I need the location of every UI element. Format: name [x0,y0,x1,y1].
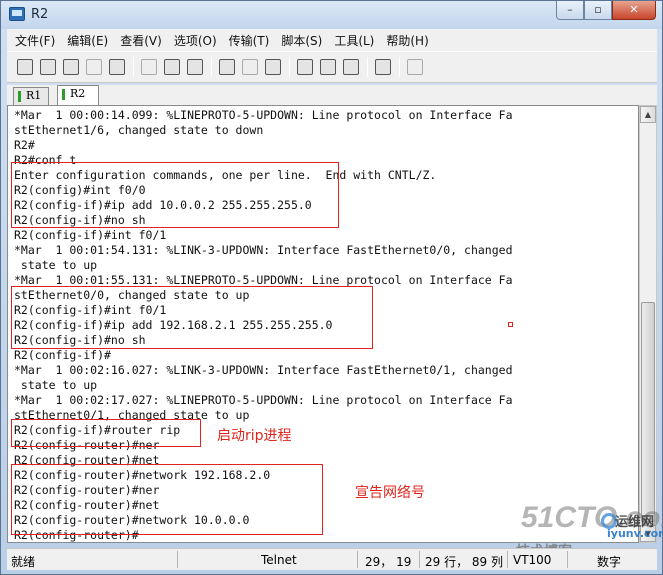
status-divider [567,551,568,568]
toolbar-separator [367,57,368,77]
disconnect-icon[interactable] [107,57,127,77]
close-button[interactable]: ✕ [612,1,656,20]
terminal-line: *Mar 1 00:00:14.099: %LINEPROTO-5-UPDOWN… [14,108,513,122]
maximize-button[interactable]: ▫ [584,1,612,20]
toolbar-separator [399,57,400,77]
toolbar-separator [133,57,134,77]
status-divider [177,551,178,568]
terminal-line: state to up [14,378,98,392]
status-terminal-type: VT100 [513,553,552,567]
status-rows-cols: 29 行， 89 列 [425,555,503,569]
app-window: R2 – ▫ ✕ 文件(F) 编辑(E) 查看(V) 选项(O) 传输(T) 脚… [0,0,663,575]
terminal-line: R2# [14,138,35,152]
status-divider [419,551,420,568]
status-num-lock: 数字 [597,555,622,569]
terminal-line: *Mar 1 00:02:17.027: %LINEPROTO-5-UPDOWN… [14,393,513,407]
toolbar-separator [289,57,290,77]
annotation-box-f0-0 [11,162,339,228]
session-options-icon[interactable] [295,57,315,77]
quick-connect-icon[interactable] [38,57,58,77]
menu-bar: 文件(F) 编辑(E) 查看(V) 选项(O) 传输(T) 脚本(S) 工具(L… [7,29,657,51]
terminal-line: R2(config-if)#int f0/1 [14,228,167,242]
terminal-line: state to up [14,258,98,272]
print-icon[interactable] [217,57,237,77]
annotation-box-networks [11,464,323,535]
connect-icon[interactable] [15,57,35,77]
status-divider [357,551,358,568]
annotation-announce-networks: 宣告网络号 [355,485,425,501]
terminal-line: stEthernet1/6, changed state to down [14,123,264,137]
menu-help[interactable]: 帮助(H) [386,32,428,49]
menu-script[interactable]: 脚本(S) [281,32,322,49]
annotation-box-f0-1 [11,286,373,349]
status-ready: 就绪 [11,555,36,569]
paste-icon[interactable] [162,57,182,77]
status-protocol: Telnet [261,553,297,567]
terminal-line: *Mar 1 00:02:16.027: %LINK-3-UPDOWN: Int… [14,363,513,377]
menu-transfer[interactable]: 传输(T) [229,32,270,49]
status-cursor: 29， 19 [365,555,412,569]
toolbar-separator [211,57,212,77]
keymap-icon[interactable] [341,57,361,77]
scrollbar-thumb[interactable] [641,302,655,522]
app-icon [9,7,25,21]
window-controls: – ▫ ✕ [556,1,656,21]
status-bar: 就绪 Telnet 29， 19 29 行， 89 列 VT100 数字 [7,548,657,570]
reconnect-icon[interactable] [84,57,104,77]
toolbar [7,51,657,83]
watermark-logo-url: iyunv.com [607,527,663,540]
help-icon[interactable] [373,57,393,77]
connect-in-tab-icon[interactable] [61,57,81,77]
scroll-up-icon[interactable]: ▲ [640,106,656,123]
global-options-icon[interactable] [318,57,338,77]
menu-file[interactable]: 文件(F) [15,32,55,49]
annotation-start-rip: 启动rip进程 [217,428,292,444]
log-icon[interactable] [405,57,425,77]
find-icon[interactable] [185,57,205,77]
annotation-dot [508,322,513,327]
session-tabs: R1 R2 [7,85,657,105]
window-title: R2 [31,7,49,22]
minimize-button[interactable]: – [556,1,584,20]
print-setup-icon[interactable] [240,57,260,77]
terminal-line: R2(config-if)# [14,348,111,362]
terminal-line: *Mar 1 00:01:54.131: %LINK-3-UPDOWN: Int… [14,243,513,257]
title-bar[interactable]: R2 – ▫ ✕ [1,1,662,29]
print-selection-icon[interactable] [263,57,283,77]
tab-r1[interactable]: R1 [13,87,49,105]
menu-edit[interactable]: 编辑(E) [67,32,108,49]
menu-view[interactable]: 查看(V) [120,32,162,49]
annotation-box-router-rip [11,419,201,447]
vertical-scrollbar[interactable]: ▲ ▼ [639,105,657,543]
menu-tools[interactable]: 工具(L) [334,32,374,49]
status-divider [507,551,508,568]
menu-options[interactable]: 选项(O) [174,32,217,49]
tab-r2[interactable]: R2 [57,85,99,105]
copy-icon[interactable] [139,57,159,77]
